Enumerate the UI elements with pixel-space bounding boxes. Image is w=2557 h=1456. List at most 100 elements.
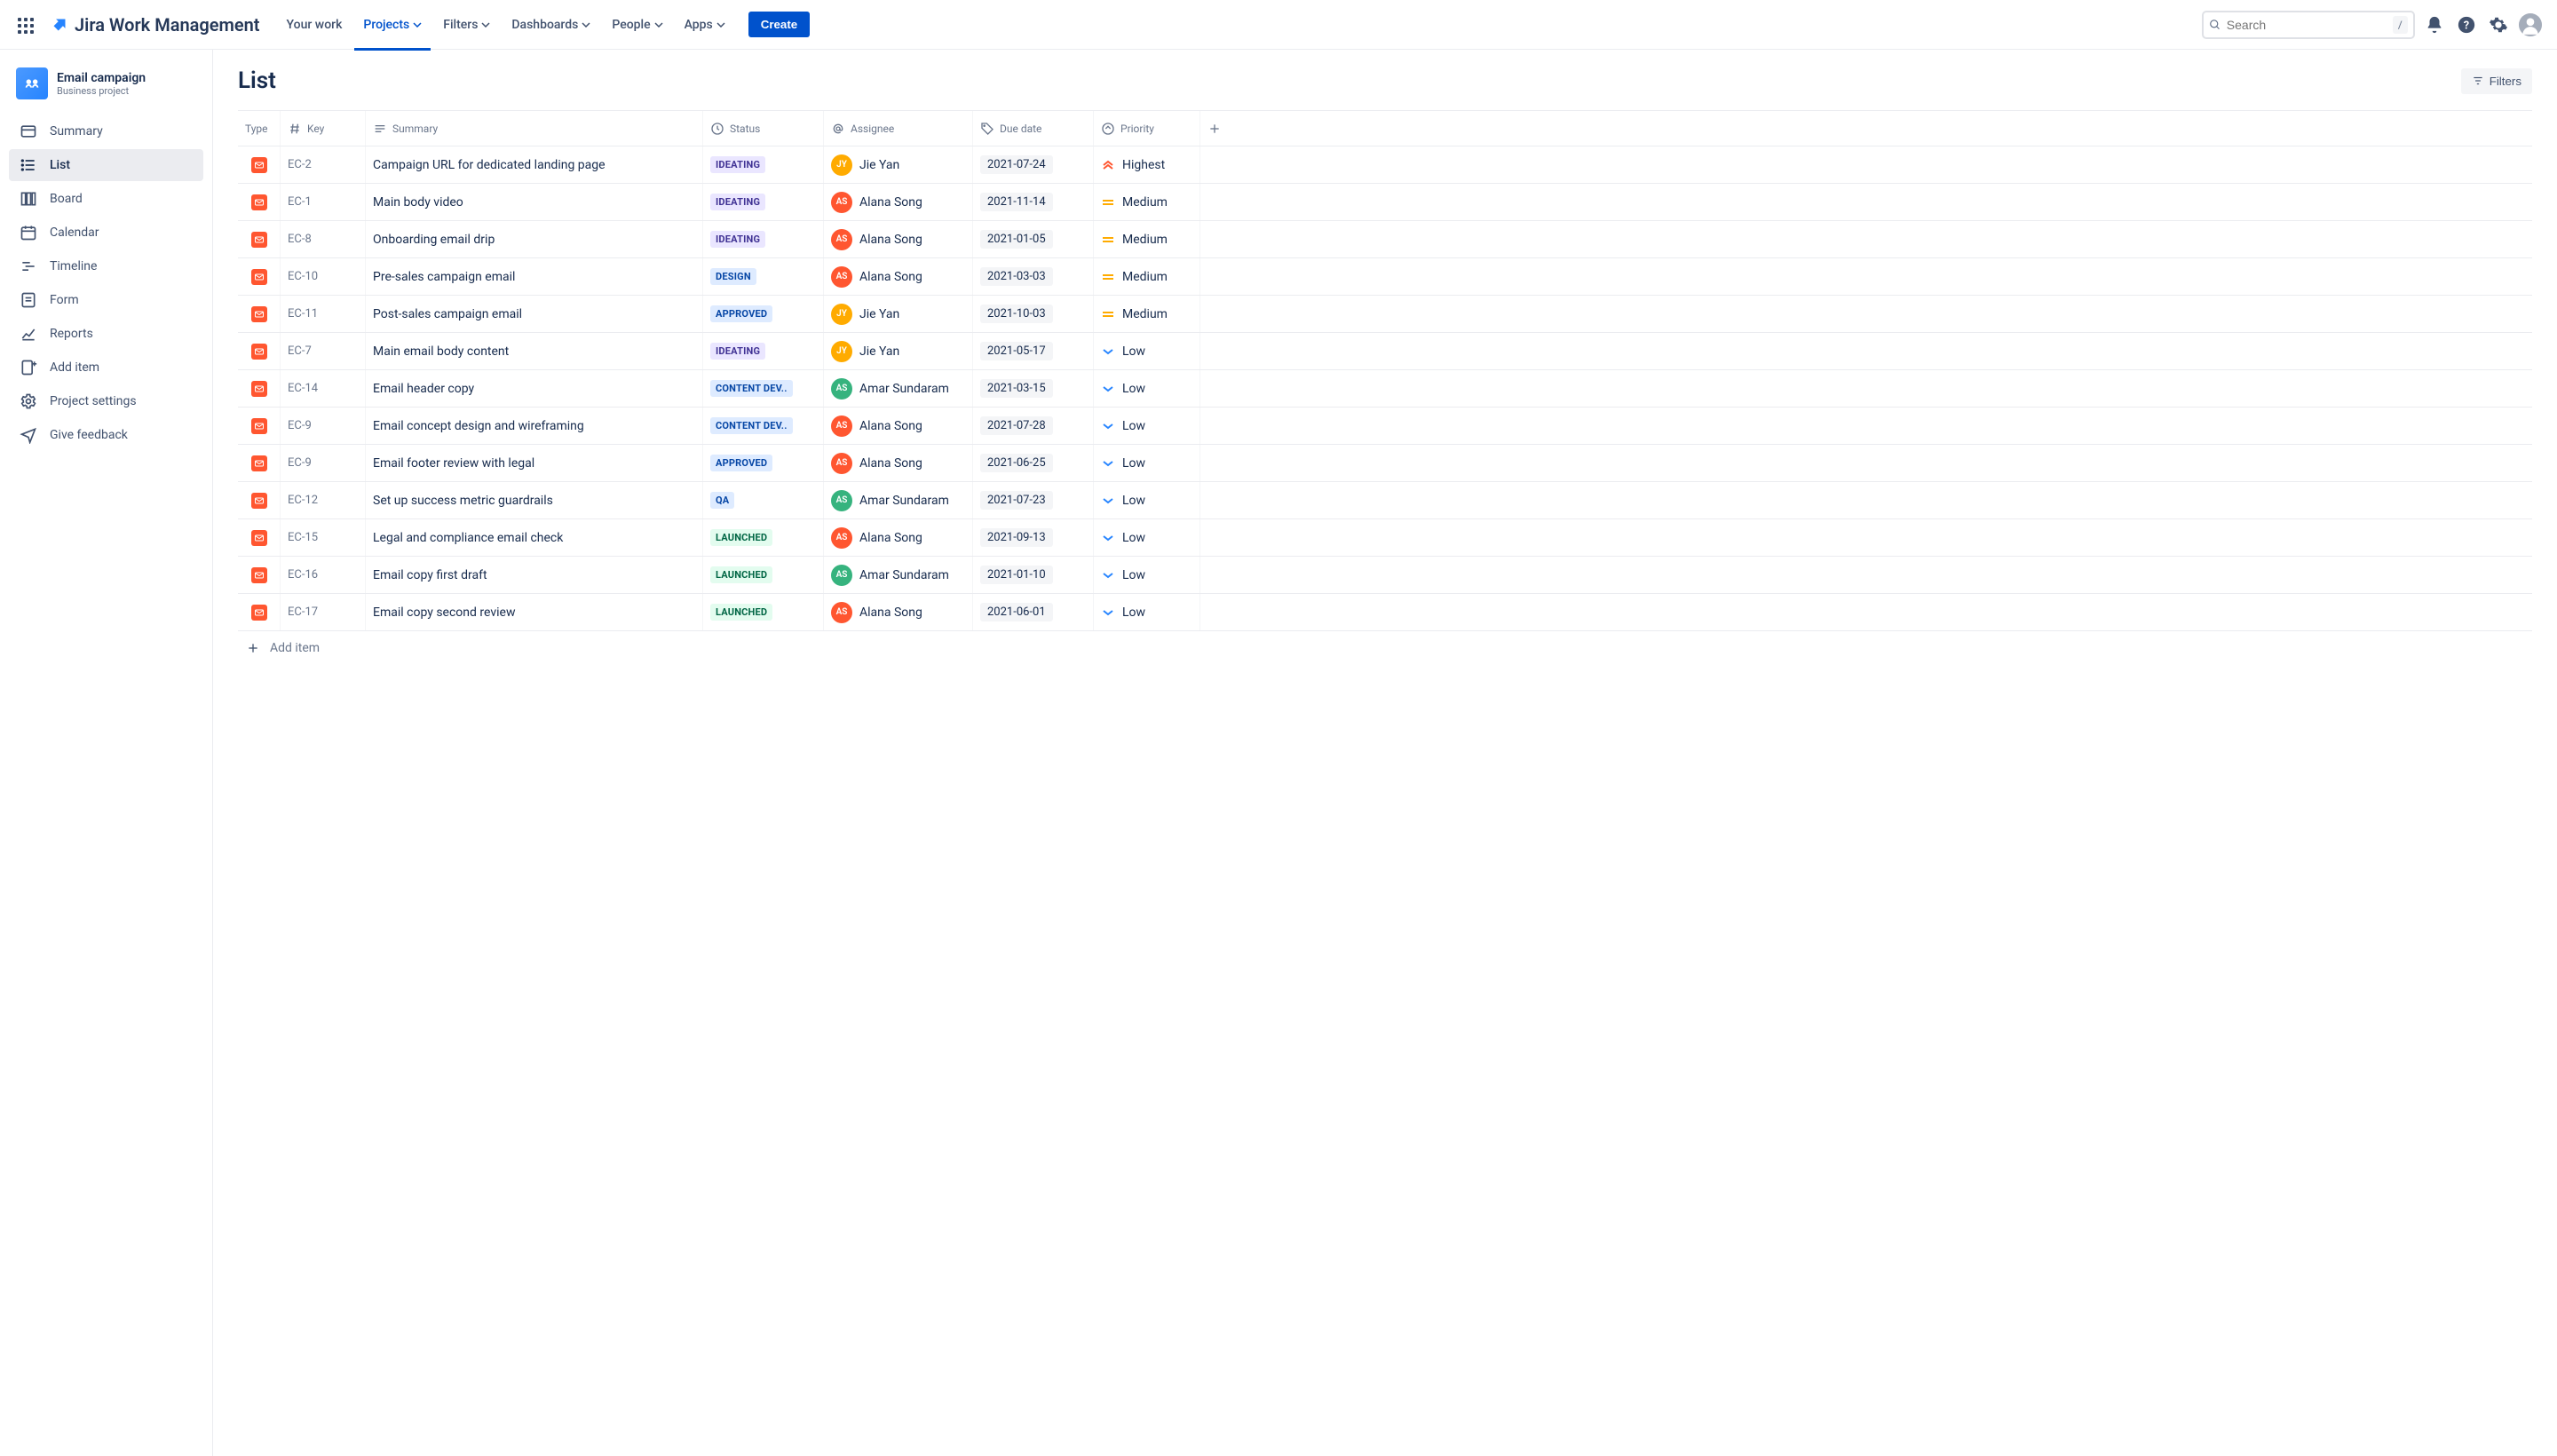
cell-due-date[interactable]: 2021-07-23 bbox=[973, 482, 1094, 518]
cell-priority[interactable]: Medium bbox=[1094, 258, 1200, 295]
cell-assignee[interactable]: ASAlana Song bbox=[824, 184, 973, 220]
table-row[interactable]: EC-9 Email concept design and wireframin… bbox=[238, 408, 2532, 445]
cell-key[interactable]: EC-2 bbox=[281, 146, 366, 183]
cell-priority[interactable]: Low bbox=[1094, 408, 1200, 444]
table-row[interactable]: EC-8 Onboarding email drip IDEATING ASAl… bbox=[238, 221, 2532, 258]
sidebar-item-timeline[interactable]: Timeline bbox=[9, 250, 203, 282]
sidebar-item-reports[interactable]: Reports bbox=[9, 318, 203, 350]
table-row[interactable]: EC-15 Legal and compliance email check L… bbox=[238, 519, 2532, 557]
table-row[interactable]: EC-7 Main email body content IDEATING JY… bbox=[238, 333, 2532, 370]
cell-key[interactable]: EC-17 bbox=[281, 594, 366, 630]
cell-status[interactable]: IDEATING bbox=[703, 221, 824, 257]
cell-priority[interactable]: Medium bbox=[1094, 296, 1200, 332]
cell-summary[interactable]: Post-sales campaign email bbox=[366, 296, 703, 332]
profile-avatar[interactable] bbox=[2518, 12, 2543, 37]
cell-priority[interactable]: Medium bbox=[1094, 221, 1200, 257]
cell-due-date[interactable]: 2021-05-17 bbox=[973, 333, 1094, 369]
nav-projects[interactable]: Projects bbox=[354, 12, 431, 37]
table-row[interactable]: EC-16 Email copy first draft LAUNCHED AS… bbox=[238, 557, 2532, 594]
cell-summary[interactable]: Set up success metric guardrails bbox=[366, 482, 703, 518]
cell-summary[interactable]: Legal and compliance email check bbox=[366, 519, 703, 556]
settings-icon[interactable] bbox=[2486, 12, 2511, 37]
cell-key[interactable]: EC-11 bbox=[281, 296, 366, 332]
cell-status[interactable]: APPROVED bbox=[703, 445, 824, 481]
create-button[interactable]: Create bbox=[748, 12, 811, 37]
table-row[interactable]: EC-12 Set up success metric guardrails Q… bbox=[238, 482, 2532, 519]
table-row[interactable]: EC-9 Email footer review with legal APPR… bbox=[238, 445, 2532, 482]
column-type[interactable]: Type bbox=[238, 111, 281, 146]
cell-due-date[interactable]: 2021-03-15 bbox=[973, 370, 1094, 407]
cell-key[interactable]: EC-12 bbox=[281, 482, 366, 518]
search-input[interactable] bbox=[2227, 18, 2387, 32]
table-row[interactable]: EC-17 Email copy second review LAUNCHED … bbox=[238, 594, 2532, 631]
cell-summary[interactable]: Email copy second review bbox=[366, 594, 703, 630]
app-switcher-icon[interactable] bbox=[14, 14, 36, 36]
sidebar-item-project-settings[interactable]: Project settings bbox=[9, 385, 203, 417]
cell-due-date[interactable]: 2021-07-28 bbox=[973, 408, 1094, 444]
sidebar-item-add-item[interactable]: Add item bbox=[9, 352, 203, 384]
cell-key[interactable]: EC-7 bbox=[281, 333, 366, 369]
cell-key[interactable]: EC-10 bbox=[281, 258, 366, 295]
cell-assignee[interactable]: JYJie Yan bbox=[824, 333, 973, 369]
table-row[interactable]: EC-10 Pre-sales campaign email DESIGN AS… bbox=[238, 258, 2532, 296]
cell-assignee[interactable]: ASAlana Song bbox=[824, 594, 973, 630]
add-column-button[interactable] bbox=[1200, 111, 1236, 146]
table-row[interactable]: EC-2 Campaign URL for dedicated landing … bbox=[238, 146, 2532, 184]
cell-status[interactable]: LAUNCHED bbox=[703, 594, 824, 630]
sidebar-item-list[interactable]: List bbox=[9, 149, 203, 181]
cell-priority[interactable]: Highest bbox=[1094, 146, 1200, 183]
cell-key[interactable]: EC-9 bbox=[281, 445, 366, 481]
column-key[interactable]: Key bbox=[281, 111, 366, 146]
cell-priority[interactable]: Low bbox=[1094, 445, 1200, 481]
cell-status[interactable]: IDEATING bbox=[703, 184, 824, 220]
table-row[interactable]: EC-1 Main body video IDEATING ASAlana So… bbox=[238, 184, 2532, 221]
cell-priority[interactable]: Low bbox=[1094, 594, 1200, 630]
cell-due-date[interactable]: 2021-10-03 bbox=[973, 296, 1094, 332]
cell-status[interactable]: CONTENT DEV.. bbox=[703, 370, 824, 407]
table-row[interactable]: EC-14 Email header copy CONTENT DEV.. AS… bbox=[238, 370, 2532, 408]
cell-priority[interactable]: Medium bbox=[1094, 184, 1200, 220]
product-logo[interactable]: Jira Work Management bbox=[50, 14, 260, 36]
sidebar-item-summary[interactable]: Summary bbox=[9, 115, 203, 147]
cell-status[interactable]: CONTENT DEV.. bbox=[703, 408, 824, 444]
cell-assignee[interactable]: ASAmar Sundaram bbox=[824, 482, 973, 518]
cell-status[interactable]: DESIGN bbox=[703, 258, 824, 295]
column-due-date[interactable]: Due date bbox=[973, 111, 1094, 146]
cell-key[interactable]: EC-16 bbox=[281, 557, 366, 593]
cell-priority[interactable]: Low bbox=[1094, 370, 1200, 407]
column-summary[interactable]: Summary bbox=[366, 111, 703, 146]
cell-priority[interactable]: Low bbox=[1094, 557, 1200, 593]
column-assignee[interactable]: Assignee bbox=[824, 111, 973, 146]
cell-assignee[interactable]: ASAlana Song bbox=[824, 408, 973, 444]
cell-assignee[interactable]: JYJie Yan bbox=[824, 296, 973, 332]
cell-due-date[interactable]: 2021-06-25 bbox=[973, 445, 1094, 481]
cell-assignee[interactable]: ASAlana Song bbox=[824, 221, 973, 257]
cell-key[interactable]: EC-14 bbox=[281, 370, 366, 407]
cell-status[interactable]: LAUNCHED bbox=[703, 557, 824, 593]
filters-button[interactable]: Filters bbox=[2461, 68, 2532, 94]
cell-summary[interactable]: Main email body content bbox=[366, 333, 703, 369]
help-icon[interactable]: ? bbox=[2454, 12, 2479, 37]
cell-due-date[interactable]: 2021-07-24 bbox=[973, 146, 1094, 183]
cell-key[interactable]: EC-15 bbox=[281, 519, 366, 556]
cell-due-date[interactable]: 2021-06-01 bbox=[973, 594, 1094, 630]
cell-summary[interactable]: Email concept design and wireframing bbox=[366, 408, 703, 444]
table-row[interactable]: EC-11 Post-sales campaign email APPROVED… bbox=[238, 296, 2532, 333]
nav-dashboards[interactable]: Dashboards bbox=[503, 12, 599, 37]
notifications-icon[interactable] bbox=[2422, 12, 2447, 37]
cell-due-date[interactable]: 2021-09-13 bbox=[973, 519, 1094, 556]
cell-status[interactable]: IDEATING bbox=[703, 333, 824, 369]
cell-assignee[interactable]: ASAmar Sundaram bbox=[824, 370, 973, 407]
search-box[interactable]: / bbox=[2202, 11, 2415, 39]
cell-summary[interactable]: Campaign URL for dedicated landing page bbox=[366, 146, 703, 183]
nav-your-work[interactable]: Your work bbox=[278, 12, 352, 37]
nav-people[interactable]: People bbox=[603, 12, 671, 37]
cell-priority[interactable]: Low bbox=[1094, 482, 1200, 518]
sidebar-item-give-feedback[interactable]: Give feedback bbox=[9, 419, 203, 451]
cell-assignee[interactable]: ASAlana Song bbox=[824, 258, 973, 295]
cell-due-date[interactable]: 2021-01-10 bbox=[973, 557, 1094, 593]
add-item-row[interactable]: Add item bbox=[238, 631, 2532, 665]
cell-status[interactable]: LAUNCHED bbox=[703, 519, 824, 556]
sidebar-item-form[interactable]: Form bbox=[9, 284, 203, 316]
sidebar-item-calendar[interactable]: Calendar bbox=[9, 217, 203, 249]
